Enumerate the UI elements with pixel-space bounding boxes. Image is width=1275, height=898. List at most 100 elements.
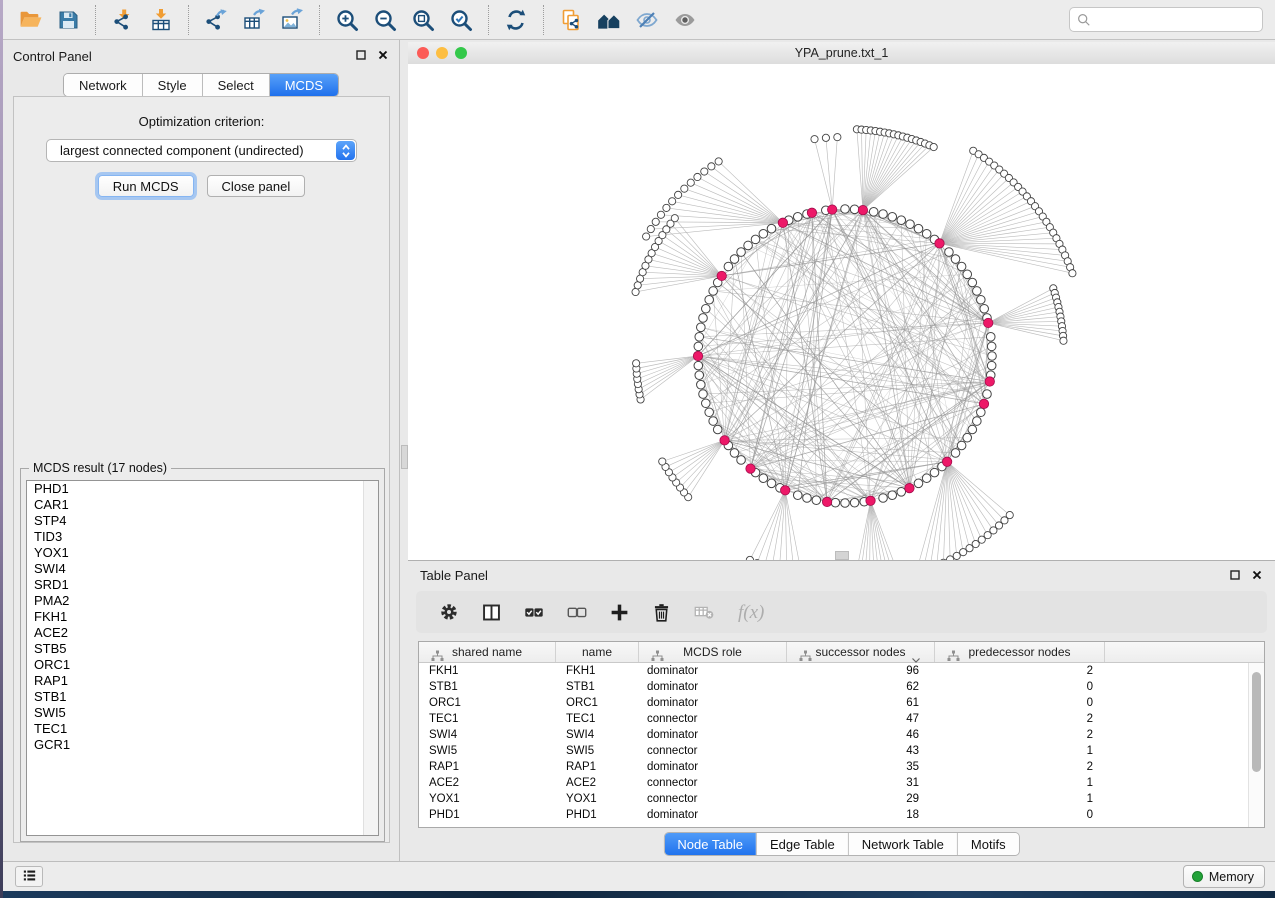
table-scrollbar-thumb[interactable] [1252, 672, 1261, 772]
table-row[interactable]: ORC1ORC1dominator610 [419, 695, 1264, 711]
search-input[interactable] [1095, 12, 1262, 28]
float-panel-button[interactable] [1229, 569, 1241, 581]
graph-node[interactable] [930, 468, 939, 477]
zoom-out-button[interactable] [366, 5, 404, 35]
graph-node[interactable] [960, 549, 967, 556]
mcds-hub-node[interactable] [807, 208, 816, 217]
graph-node[interactable] [988, 352, 997, 361]
graph-node[interactable] [695, 371, 704, 380]
graph-node[interactable] [914, 479, 923, 488]
table-scrollbar[interactable] [1248, 663, 1264, 827]
graph-node[interactable] [659, 458, 666, 465]
open-file-button[interactable] [11, 5, 49, 35]
mcds-result-item[interactable]: STB1 [27, 689, 378, 705]
graph-node[interactable] [793, 491, 802, 500]
mcds-result-item[interactable]: SWI4 [27, 561, 378, 577]
graph-node[interactable] [737, 248, 746, 257]
tab-network-table[interactable]: Network Table [848, 833, 957, 855]
table-row[interactable]: TEC1TEC1connector472 [419, 711, 1264, 727]
mcds-result-item[interactable]: RAP1 [27, 673, 378, 689]
graph-node[interactable] [697, 380, 706, 389]
graph-node[interactable] [793, 213, 802, 222]
graph-node[interactable] [850, 498, 859, 507]
graph-node[interactable] [759, 474, 768, 483]
zoom-fit-button[interactable] [404, 5, 442, 35]
graph-node[interactable] [705, 408, 714, 417]
graph-node[interactable] [977, 408, 986, 417]
graph-node[interactable] [957, 441, 966, 450]
graph-node[interactable] [1060, 337, 1067, 344]
mcds-hub-node[interactable] [935, 239, 944, 248]
column-header-successor-nodes[interactable]: successor nodes [787, 642, 935, 662]
graph-node[interactable] [675, 191, 682, 198]
mcds-result-item[interactable]: CAR1 [27, 497, 378, 513]
mcds-result-item[interactable]: ACE2 [27, 625, 378, 641]
graph-node[interactable] [822, 134, 829, 141]
graph-node[interactable] [841, 205, 850, 214]
mcds-hub-node[interactable] [827, 205, 836, 214]
splitter-handle-horizontal[interactable] [835, 551, 849, 560]
mcds-result-item[interactable]: STP4 [27, 513, 378, 529]
mcds-hub-node[interactable] [985, 377, 994, 386]
tab-node-table[interactable]: Node Table [664, 833, 756, 855]
graph-node[interactable] [724, 262, 733, 271]
graph-node[interactable] [634, 282, 641, 289]
panel-splitter-vertical[interactable] [400, 40, 408, 861]
criterion-select[interactable]: largest connected component (undirected) [46, 139, 357, 162]
graph-node[interactable] [699, 314, 708, 323]
graph-node[interactable] [831, 498, 840, 507]
mcds-hub-node[interactable] [720, 436, 729, 445]
graph-node[interactable] [803, 494, 812, 503]
close-window-button[interactable] [417, 47, 429, 59]
hide-selected-button[interactable] [628, 5, 666, 35]
graph-node[interactable] [643, 233, 650, 240]
column-header-mcds-role[interactable]: MCDS role [639, 642, 787, 662]
graph-node[interactable] [744, 241, 753, 250]
graph-node[interactable] [879, 210, 888, 219]
first-neighbors-button[interactable] [590, 5, 628, 35]
delete-column-button[interactable] [651, 602, 672, 623]
graph-node[interactable] [977, 295, 986, 304]
refresh-button[interactable] [497, 5, 535, 35]
tab-select[interactable]: Select [202, 74, 269, 96]
table-row[interactable]: PHD1PHD1dominator180 [419, 807, 1264, 823]
graph-node[interactable] [681, 185, 688, 192]
graph-node[interactable] [633, 360, 640, 367]
table-row[interactable]: FKH1FKH1dominator962 [419, 663, 1264, 679]
import-table-button[interactable] [142, 5, 180, 35]
graph-node[interactable] [957, 262, 966, 271]
graph-node[interactable] [879, 494, 888, 503]
graph-node[interactable] [897, 216, 906, 225]
graph-node[interactable] [708, 163, 715, 170]
export-table-button[interactable] [235, 5, 273, 35]
graph-node[interactable] [767, 224, 776, 233]
mcds-hub-node[interactable] [778, 218, 787, 227]
mcds-result-item[interactable]: GCR1 [27, 737, 378, 753]
select-all-button[interactable] [523, 601, 545, 623]
graph-node[interactable] [983, 390, 992, 399]
graph-node[interactable] [973, 287, 982, 296]
graph-node[interactable] [951, 255, 960, 264]
network-canvas[interactable] [408, 64, 1275, 561]
graph-node[interactable] [767, 479, 776, 488]
graph-node[interactable] [694, 361, 703, 370]
graph-node[interactable] [702, 304, 711, 313]
graph-node[interactable] [687, 179, 694, 186]
graph-node[interactable] [663, 204, 670, 211]
mcds-result-item[interactable]: FKH1 [27, 609, 378, 625]
graph-node[interactable] [963, 433, 972, 442]
run-mcds-button[interactable]: Run MCDS [98, 175, 194, 197]
graph-node[interactable] [914, 224, 923, 233]
import-network-button[interactable] [104, 5, 142, 35]
graph-node[interactable] [730, 449, 739, 458]
graph-node[interactable] [1069, 270, 1076, 277]
graph-node[interactable] [652, 218, 659, 225]
add-column-button[interactable] [609, 602, 630, 623]
zoom-in-button[interactable] [328, 5, 366, 35]
graph-node[interactable] [647, 225, 654, 232]
graph-node[interactable] [986, 333, 995, 342]
graph-node[interactable] [973, 417, 982, 426]
table-row[interactable]: SWI5SWI5connector431 [419, 743, 1264, 759]
graph-node[interactable] [730, 255, 739, 264]
memory-button[interactable]: Memory [1183, 865, 1265, 888]
